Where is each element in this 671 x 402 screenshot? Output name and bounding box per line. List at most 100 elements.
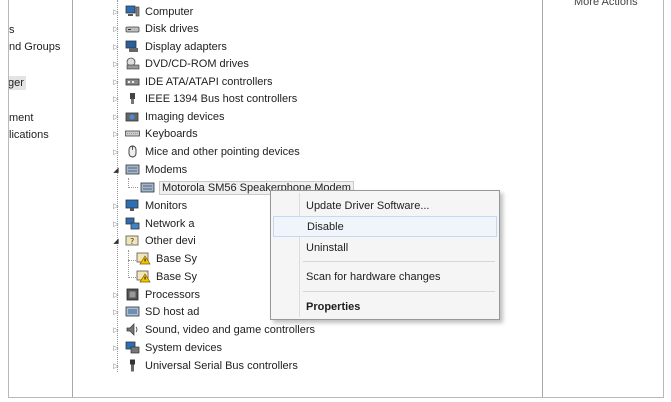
unknown-device-icon: ?: [125, 234, 140, 247]
tree-node-base-system-device-2[interactable]: Base Sy: [136, 268, 197, 285]
device-tree-pane: ▷ Computer ▷ Disk drives ▷ Display adapt…: [80, 0, 543, 397]
tree-node-sound-video-game[interactable]: ▷ Sound, video and game controllers: [111, 321, 315, 338]
tree-guide-line: [128, 260, 136, 261]
tree-node-dvd-drives[interactable]: ▷ DVD/CD-ROM drives: [111, 55, 249, 72]
console-tree-pane: s nd Groups ger ment lications: [9, 0, 73, 397]
tree-node-disk-drives[interactable]: ▷ Disk drives: [111, 20, 199, 37]
ieee1394-icon: [125, 92, 140, 105]
disable-menu-item[interactable]: Disable: [273, 216, 497, 237]
expand-arrow-icon[interactable]: ▷: [111, 147, 121, 157]
menu-separator: [303, 291, 495, 292]
tree-node-other-devices[interactable]: ◢ ? Other devi: [111, 232, 196, 249]
expand-arrow-icon[interactable]: ▷: [111, 361, 121, 371]
tree-node-ide-controllers[interactable]: ▷ IDE ATA/ATAPI controllers: [111, 73, 273, 90]
context-menu: Update Driver Software... Disable Uninst…: [270, 190, 500, 320]
tree-node-label: IDE ATA/ATAPI controllers: [145, 75, 273, 88]
expand-arrow-icon[interactable]: ▷: [111, 129, 121, 139]
tree-node-label: System devices: [145, 341, 223, 354]
tree-node-label: Base Sy: [156, 252, 197, 265]
device-manager-window: s nd Groups ger ment lications ▷ Compute…: [8, 0, 664, 398]
monitor-icon: [125, 199, 140, 212]
svg-text:?: ?: [130, 237, 134, 246]
tree-node-label: Sound, video and game controllers: [145, 323, 315, 336]
system-device-icon: [125, 341, 140, 354]
modem-icon: [125, 163, 140, 176]
processor-icon: [125, 288, 140, 301]
actions-pane: More Actions: [544, 0, 663, 397]
sd-host-icon: [125, 305, 140, 318]
tree-guide-line: [128, 250, 129, 278]
modem-icon: [140, 181, 155, 194]
expand-arrow-icon[interactable]: ▷: [111, 77, 121, 87]
tree-node-keyboards[interactable]: ▷ Keyboards: [111, 125, 198, 142]
warning-device-icon: [136, 252, 151, 265]
expand-arrow-icon[interactable]: ▷: [111, 219, 121, 229]
tree-node-modems[interactable]: ◢ Modems: [111, 161, 187, 178]
console-tree-item[interactable]: s: [9, 24, 15, 36]
tree-node-system-devices[interactable]: ▷ System devices: [111, 339, 222, 356]
tree-node-label: SD host ad: [145, 305, 200, 318]
expand-arrow-icon[interactable]: ▷: [111, 7, 121, 17]
keyboard-icon: [125, 127, 140, 140]
tree-node-label: Keyboards: [145, 127, 198, 140]
tree-node-monitors[interactable]: ▷ Monitors: [111, 197, 187, 214]
update-driver-menu-item[interactable]: Update Driver Software...: [273, 195, 497, 216]
more-actions-link[interactable]: More Actions: [574, 0, 638, 8]
console-tree-item-local-users-groups[interactable]: nd Groups: [9, 41, 60, 53]
tree-node-label: Processors: [145, 288, 201, 301]
ide-controller-icon: [125, 75, 140, 88]
tree-node-processors[interactable]: ▷ Processors: [111, 286, 200, 303]
tree-node-label: Other devi: [145, 234, 196, 247]
tree-node-usb-controllers[interactable]: ▷ Universal Serial Bus controllers: [111, 357, 298, 374]
tree-node-sd-host-adapters[interactable]: ▷ SD host ad: [111, 303, 199, 320]
expand-arrow-icon[interactable]: ▷: [111, 325, 121, 335]
display-adapter-icon: [125, 40, 140, 53]
disk-drive-icon: [125, 22, 140, 35]
expand-arrow-icon[interactable]: ▷: [111, 307, 121, 317]
tree-node-ieee1394-controllers[interactable]: ▷ IEEE 1394 Bus host controllers: [111, 90, 297, 107]
expand-arrow-icon[interactable]: ▷: [111, 42, 121, 52]
tree-node-mice[interactable]: ▷ Mice and other pointing devices: [111, 143, 299, 160]
tree-guide-line: [128, 277, 136, 278]
tree-node-display-adapters[interactable]: ▷ Display adapters: [111, 38, 227, 55]
scan-hardware-menu-item[interactable]: Scan for hardware changes: [273, 266, 497, 287]
mouse-icon: [125, 145, 140, 158]
tree-node-label: Disk drives: [145, 22, 199, 35]
expand-arrow-icon[interactable]: ▷: [111, 201, 121, 211]
menu-separator: [303, 261, 495, 262]
tree-guide-line: [128, 187, 138, 188]
expand-arrow-icon[interactable]: ▷: [111, 112, 121, 122]
tree-node-label: Computer: [145, 5, 194, 18]
expand-arrow-icon[interactable]: ▷: [111, 24, 121, 34]
tree-node-computer[interactable]: ▷ Computer: [111, 3, 193, 20]
camera-icon: [125, 110, 140, 123]
tree-node-label: IEEE 1394 Bus host controllers: [145, 92, 298, 105]
console-tree-item-services-applications[interactable]: lications: [9, 129, 49, 141]
tree-node-label: DVD/CD-ROM drives: [145, 57, 249, 70]
computer-icon: [125, 5, 140, 18]
expand-arrow-icon[interactable]: ▷: [111, 343, 121, 353]
speaker-icon: [125, 323, 140, 336]
properties-menu-item[interactable]: Properties: [273, 296, 497, 317]
usb-icon: [125, 359, 140, 372]
collapse-arrow-icon[interactable]: ◢: [111, 165, 121, 175]
tree-node-label: Monitors: [145, 199, 188, 212]
tree-node-network-adapters[interactable]: ▷ Network a: [111, 215, 195, 232]
tree-node-imaging-devices[interactable]: ▷ Imaging devices: [111, 108, 224, 125]
collapse-arrow-icon[interactable]: ◢: [111, 236, 121, 246]
tree-node-label: Modems: [145, 163, 188, 176]
tree-node-label: Network a: [145, 217, 195, 230]
console-tree-item-storage-management[interactable]: ment: [9, 112, 33, 124]
console-tree-item-device-manager[interactable]: ger: [9, 76, 26, 90]
expand-arrow-icon[interactable]: ▷: [111, 59, 121, 69]
tree-node-label: Display adapters: [145, 40, 227, 53]
tree-node-label: Base Sy: [156, 270, 197, 283]
network-icon: [125, 217, 140, 230]
uninstall-menu-item[interactable]: Uninstall: [273, 237, 497, 258]
tree-node-base-system-device-1[interactable]: Base Sy: [136, 250, 197, 267]
dvd-drive-icon: [125, 57, 140, 70]
expand-arrow-icon[interactable]: ▷: [111, 94, 121, 104]
warning-device-icon: [136, 270, 151, 283]
expand-arrow-icon[interactable]: ▷: [111, 290, 121, 300]
tree-node-label: Universal Serial Bus controllers: [145, 359, 298, 372]
